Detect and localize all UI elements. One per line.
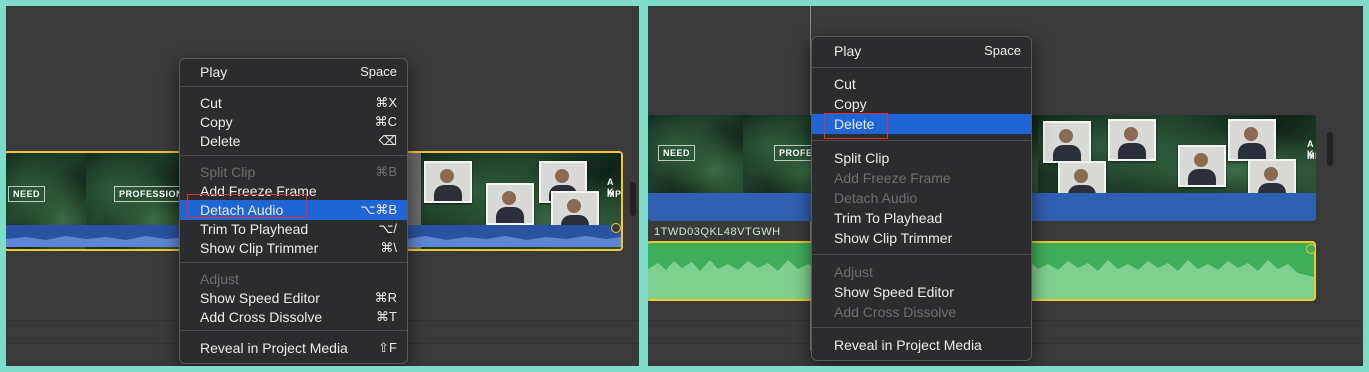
menu-separator [180,155,407,156]
menu-item-split-clip[interactable]: Split Clip [812,148,1031,168]
menu-item-shortcut: ⌘\ [380,240,397,255]
menu-item-copy[interactable]: Copy [812,94,1031,114]
menu-item-label: Trim To Playhead [200,221,309,237]
menu-item-label: Show Clip Trimmer [834,230,953,246]
menu-item-label: Add Cross Dissolve [200,309,323,325]
menu-item-label: Adjust [200,271,239,287]
clip-text-label: MPR [607,189,622,199]
person-thumbnail [486,183,534,225]
timeline-panel-left: NEED PROFESSIONAL A K MPR PlaySpaceCut⌘X… [6,6,639,366]
menu-item-add-freeze-frame[interactable]: Add Freeze Frame [812,168,1031,188]
menu-item-label: Copy [200,114,233,130]
person-thumbnail [1178,145,1226,187]
annotation-highlight-box [824,113,888,139]
menu-item-shortcut: ⌥/ [378,221,397,236]
clip-end-handle[interactable] [611,223,621,233]
menu-item-shortcut: ⇧F [378,340,397,355]
menu-item-label: Play [200,64,228,80]
clip-text-label: NEED [8,186,46,202]
menu-item-label: Show Speed Editor [200,290,320,306]
menu-item-cut[interactable]: Cut ⌘X [180,93,407,113]
menu-item-label: Cut [200,95,222,111]
menu-item-shortcut: ⌥⌘B [360,202,397,217]
person-thumbnail [1043,121,1091,163]
menu-item-label: Delete [200,133,241,149]
menu-separator [180,262,407,263]
menu-item-detach-audio[interactable]: Detach Audio [812,188,1031,208]
menu-item-adjust[interactable]: Adjust [180,269,407,289]
menu-separator [812,67,1031,68]
menu-item-label: Adjust [834,264,873,280]
menu-separator [812,327,1031,328]
menu-item-reveal-in-project-media[interactable]: Reveal in Project Media ⇧F [180,338,407,358]
menu-item-cut[interactable]: Cut [812,74,1031,94]
menu-item-split-clip[interactable]: Split Clip ⌘B [180,162,407,182]
menu-item-shortcut: Space [984,43,1021,58]
menu-item-label: Add Cross Dissolve [834,304,957,320]
context-menu: Play Space Cut Copy Delete Split Clip Add Free… [811,36,1032,361]
menu-item-show-clip-trimmer[interactable]: Show Clip Trimmer [812,228,1031,248]
menu-item-adjust[interactable]: Adjust [812,262,1031,282]
menu-separator [812,140,1031,141]
menu-item-show-speed-editor[interactable]: Show Speed Editor ⌘R [180,288,407,308]
menu-item-copy[interactable]: Copy ⌘C [180,112,407,132]
scroll-handle[interactable] [1327,132,1333,166]
menu-item-label: Show Clip Trimmer [200,240,319,256]
audio-clip-name: 1TWD03QKL48VTGWH [654,226,781,238]
menu-item-show-clip-trimmer[interactable]: Show Clip Trimmer ⌘\ [180,238,407,258]
timeline-panel-right: NEED PROFE A K MPRI 1TWD03QKL48VTGWH Pla… [648,6,1363,366]
menu-item-label: Add Freeze Frame [834,170,951,186]
menu-item-label: Reveal in Project Media [200,340,348,356]
person-thumbnail [1108,119,1156,161]
menu-item-play[interactable]: Play Space [812,41,1031,61]
menu-separator [180,330,407,331]
person-thumbnail [424,161,472,203]
menu-separator [180,86,407,87]
menu-item-shortcut: ⌘X [375,95,397,110]
menu-item-label: Show Speed Editor [834,284,954,300]
menu-item-shortcut: ⌘R [374,290,397,305]
menu-item-label: Play [834,43,862,59]
menu-item-add-cross-dissolve[interactable]: Add Cross Dissolve ⌘T [180,307,407,327]
menu-item-label: Trim To Playhead [834,210,943,226]
menu-item-play[interactable]: Play Space [180,62,407,82]
menu-item-trim-to-playhead[interactable]: Trim To Playhead ⌥/ [180,219,407,239]
clip-text-label: NEED [658,145,696,161]
menu-item-trim-to-playhead[interactable]: Trim To Playhead [812,208,1031,228]
menu-separator [812,254,1031,255]
menu-item-label: Split Clip [200,164,256,180]
menu-item-shortcut: ⌘B [375,164,397,179]
clip-text-label: MPRI [1307,151,1316,161]
menu-item-label: Detach Audio [834,190,918,206]
annotation-highlight-box [187,194,307,218]
menu-item-add-cross-dissolve[interactable]: Add Cross Dissolve [812,302,1031,322]
menu-item-show-speed-editor[interactable]: Show Speed Editor [812,282,1031,302]
scroll-handle[interactable] [630,182,636,216]
person-thumbnail [1228,119,1276,161]
menu-item-delete[interactable]: Delete ⌫ [180,131,407,151]
menu-item-shortcut: Space [360,64,397,79]
menu-item-reveal-in-project-media[interactable]: Reveal in Project Media [812,335,1031,355]
menu-item-label: Copy [834,96,867,112]
menu-item-label: Cut [834,76,856,92]
menu-item-shortcut: ⌘C [374,114,397,129]
menu-item-label: Split Clip [834,150,890,166]
menu-item-shortcut: ⌫ [378,133,397,148]
menu-item-label: Reveal in Project Media [834,337,982,353]
audio-volume-handle[interactable] [1306,244,1316,254]
menu-item-shortcut: ⌘T [376,309,397,324]
